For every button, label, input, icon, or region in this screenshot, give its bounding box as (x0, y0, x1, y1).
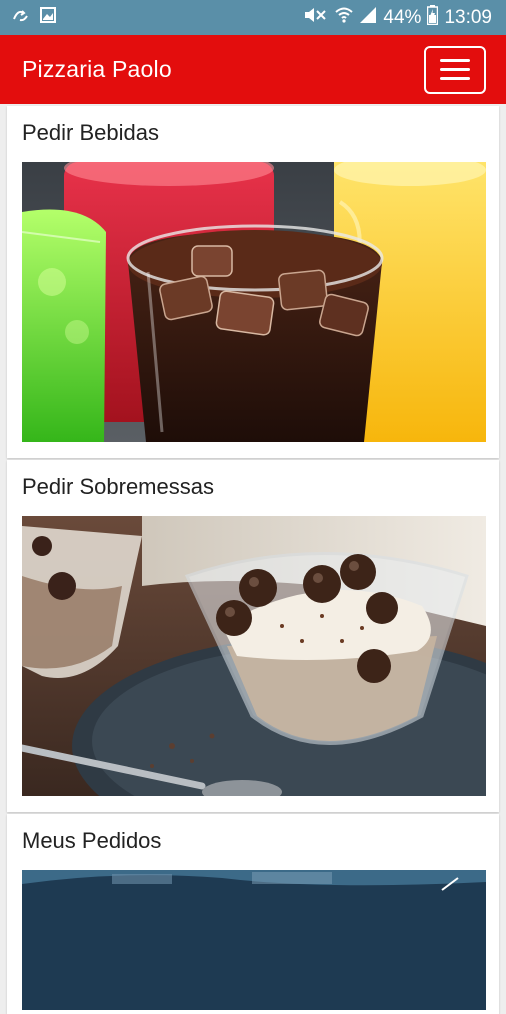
sync-icon (12, 7, 30, 28)
card-title: Pedir Bebidas (22, 120, 159, 145)
mute-icon (303, 6, 329, 30)
wifi-icon (335, 6, 354, 30)
card-pedir-sobremessas[interactable]: Pedir Sobremessas (7, 460, 499, 812)
card-pedir-bebidas[interactable]: Pedir Bebidas (7, 106, 499, 458)
card-meus-pedidos[interactable]: Meus Pedidos (7, 814, 499, 1014)
hamburger-menu-button[interactable] (424, 45, 486, 94)
signal-icon (359, 6, 377, 30)
drinks-image[interactable] (22, 162, 486, 442)
app-title: Pizzaria Paolo (22, 56, 172, 82)
image-notification-icon (40, 7, 56, 28)
clock: 13:09 (444, 6, 492, 28)
hamburger-menu-icon (440, 59, 470, 62)
battery-percent: 44% (383, 6, 422, 28)
desserts-image[interactable] (22, 516, 486, 796)
orders-image[interactable] (22, 870, 486, 1010)
card-title: Meus Pedidos (22, 828, 162, 853)
status-bar: 44% 13:09 (0, 0, 506, 35)
card-title: Pedir Sobremessas (22, 474, 214, 499)
battery-charging-icon (427, 4, 439, 31)
app-bar: Pizzaria Paolo (0, 35, 506, 104)
